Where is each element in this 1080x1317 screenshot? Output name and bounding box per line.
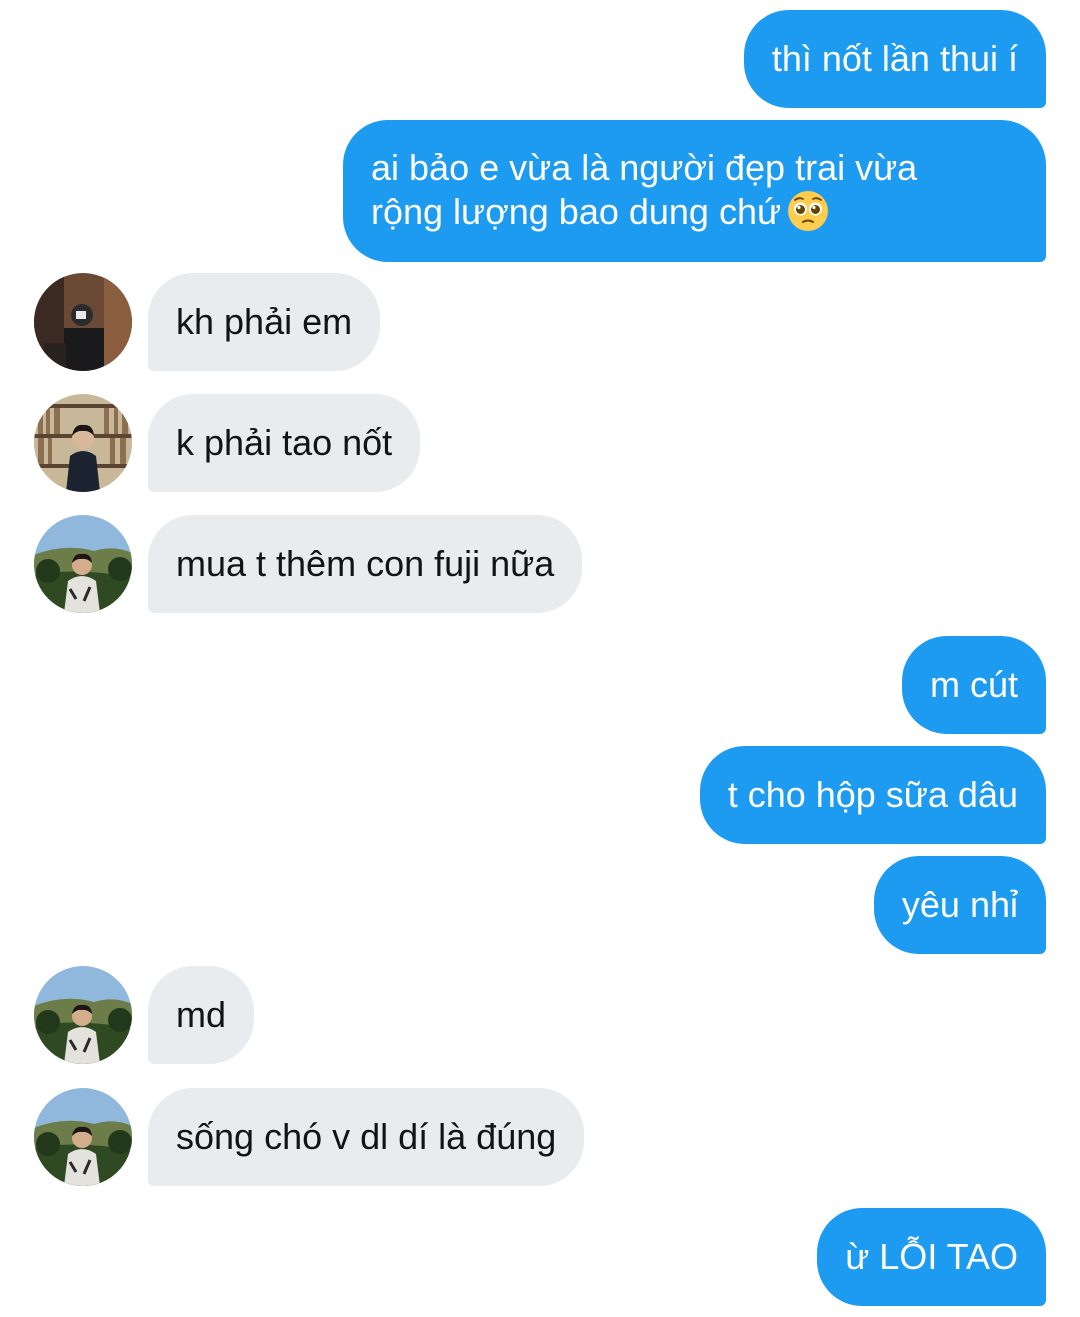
message-bubble-incoming[interactable]: kh phải em: [148, 273, 381, 371]
avatar[interactable]: [34, 515, 132, 613]
message-text-line: rộng lượng bao dung chứ: [371, 191, 782, 232]
message-text-line: ai bảo e vừa là người đẹp trai vừa: [371, 147, 918, 188]
message-text: m cút: [929, 664, 1018, 705]
avatar[interactable]: [34, 966, 132, 1064]
message-bubble-incoming[interactable]: md: [148, 966, 255, 1064]
message-bubble-outgoing[interactable]: thì nốt lần thui í: [743, 10, 1046, 108]
message-text: mua t thêm con fuji nữa: [176, 543, 555, 584]
message-bubble-incoming[interactable]: sống chó v dl dí là đúng: [148, 1088, 585, 1186]
message-text: kh phải em: [176, 301, 353, 342]
message-text: t cho hộp sữa dâu: [727, 774, 1018, 815]
message-text: sống chó v dl dí là đúng: [176, 1116, 557, 1157]
message-text: md: [176, 994, 227, 1035]
pleading-face-emoji-icon: [787, 190, 829, 232]
message-bubble-outgoing[interactable]: yêu nhỉ: [873, 856, 1046, 954]
message-bubble-outgoing[interactable]: t cho hộp sữa dâu: [699, 746, 1046, 844]
avatar[interactable]: [34, 273, 132, 371]
message-bubble-outgoing[interactable]: ai bảo e vừa là người đẹp trai vừa rộng …: [343, 120, 1046, 262]
message-bubble-outgoing[interactable]: ừ LỖI TAO: [817, 1208, 1046, 1306]
message-bubble-incoming[interactable]: k phải tao nốt: [148, 394, 421, 492]
message-text: yêu nhỉ: [901, 884, 1018, 925]
message-text: ừ LỖI TAO: [845, 1236, 1018, 1277]
avatar[interactable]: [34, 1088, 132, 1186]
message-bubble-outgoing[interactable]: m cút: [901, 636, 1046, 734]
message-bubble-incoming[interactable]: mua t thêm con fuji nữa: [148, 515, 583, 613]
avatar[interactable]: [34, 394, 132, 492]
message-text: thì nốt lần thui í: [771, 38, 1018, 79]
message-text: k phải tao nốt: [176, 422, 393, 463]
